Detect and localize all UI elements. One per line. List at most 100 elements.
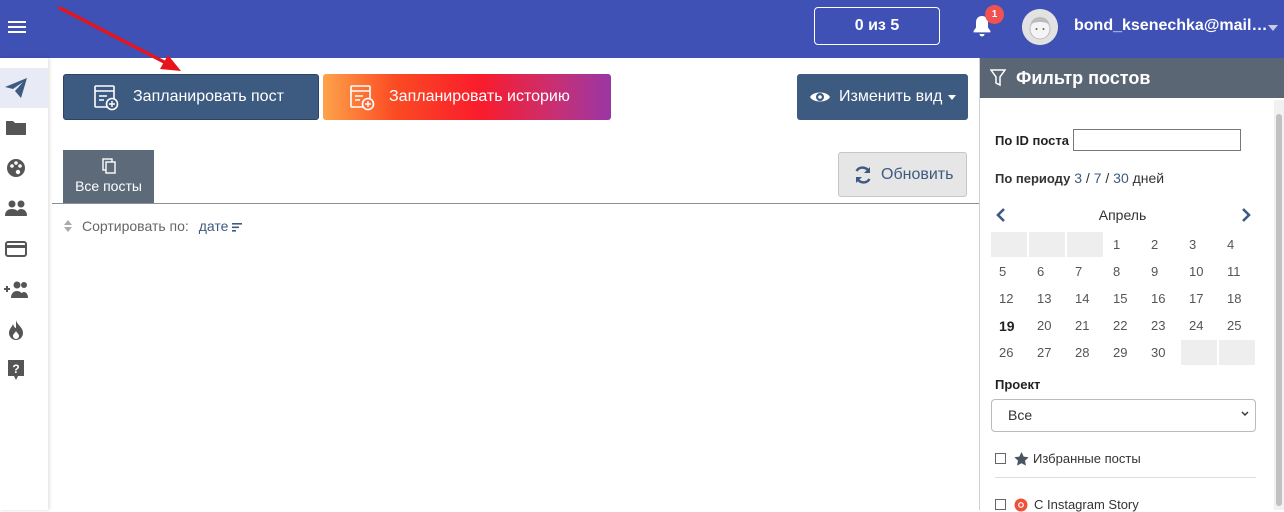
- funnel-icon: [990, 69, 1006, 87]
- calendar-day[interactable]: 25: [1219, 313, 1255, 338]
- filter-header: Фильтр постов: [980, 58, 1284, 98]
- calendar-day[interactable]: 16: [1143, 286, 1179, 311]
- calendar-day[interactable]: 8: [1105, 259, 1141, 284]
- instagram-icon: [1014, 498, 1028, 511]
- calendar-day[interactable]: 1: [1105, 232, 1141, 257]
- sidebar-item-folders[interactable]: [0, 107, 48, 147]
- project-label: Проект: [995, 377, 1041, 392]
- folder-icon: [6, 121, 26, 135]
- filter-title: Фильтр постов: [1016, 67, 1151, 88]
- chevron-left-icon[interactable]: [995, 208, 1007, 222]
- chevron-down-icon[interactable]: [1268, 25, 1278, 31]
- palette-icon: [7, 159, 25, 177]
- calendar-day[interactable]: 17: [1181, 286, 1217, 311]
- calendar-day[interactable]: 19: [991, 313, 1027, 338]
- sidebar-item-posts[interactable]: [0, 68, 48, 108]
- period-30-link[interactable]: 30: [1113, 170, 1129, 186]
- post-counter[interactable]: 0 из 5: [814, 7, 940, 45]
- username[interactable]: bond_ksenechka@mail…: [1074, 17, 1267, 35]
- calendar-day[interactable]: 22: [1105, 313, 1141, 338]
- help-icon: ?: [8, 360, 24, 380]
- calendar-day[interactable]: 20: [1029, 313, 1065, 338]
- calendar-day[interactable]: 26: [991, 340, 1027, 365]
- sort-value[interactable]: дате: [199, 218, 229, 234]
- refresh-label: Обновить: [881, 165, 954, 183]
- calendar-month: Апрель: [1098, 207, 1147, 223]
- tab-divider: [52, 203, 979, 204]
- calendar-day[interactable]: 21: [1067, 313, 1103, 338]
- calendar-day[interactable]: 3: [1181, 232, 1217, 257]
- favorite-posts-filter[interactable]: Избранные посты: [995, 451, 1141, 466]
- sort-label: Сортировать по:: [82, 218, 189, 234]
- sidebar-item-help[interactable]: ?: [0, 350, 48, 390]
- fire-icon: [9, 320, 23, 340]
- plan-story-button[interactable]: Запланировать историю: [323, 74, 611, 120]
- calendar-day[interactable]: 4: [1219, 232, 1255, 257]
- calendar-day[interactable]: 11: [1219, 259, 1255, 284]
- scrollbar-thumb[interactable]: [1276, 114, 1282, 506]
- change-view-button[interactable]: Изменить вид: [797, 74, 968, 120]
- calendar-day[interactable]: 14: [1067, 286, 1103, 311]
- add-user-icon: [4, 281, 28, 298]
- calendar-empty-cell: [1029, 232, 1065, 257]
- people-icon: [5, 200, 27, 216]
- favorite-posts-label: Избранные посты: [1033, 451, 1141, 466]
- star-icon: [1014, 451, 1029, 466]
- tab-all-posts[interactable]: Все посты: [63, 150, 154, 203]
- sort-desc-icon[interactable]: [232, 223, 243, 232]
- calendar-day[interactable]: 29: [1105, 340, 1141, 365]
- tab-all-posts-label: Все посты: [75, 178, 142, 194]
- calendar-day[interactable]: 28: [1067, 340, 1103, 365]
- calendar-empty-cell: [1219, 340, 1255, 365]
- chevron-down-icon: [948, 94, 957, 100]
- sidebar-item-accounts[interactable]: [0, 188, 48, 228]
- calendar-day[interactable]: 23: [1143, 313, 1179, 338]
- calendar-empty-cell: [1067, 232, 1103, 257]
- change-view-label: Изменить вид: [839, 88, 943, 105]
- avatar[interactable]: [1022, 9, 1058, 45]
- calendar-empty-cell: [1181, 340, 1217, 365]
- chevron-down-icon: [1241, 411, 1249, 416]
- project-select[interactable]: Все: [991, 399, 1256, 432]
- post-id-label: По ID поста: [995, 133, 1069, 148]
- calendar-day[interactable]: 6: [1029, 259, 1065, 284]
- period-7-link[interactable]: 7: [1094, 170, 1102, 186]
- period-separator: /: [1105, 170, 1110, 186]
- sidebar-item-invite[interactable]: [0, 269, 48, 309]
- post-id-input[interactable]: [1073, 129, 1241, 151]
- copy-icon: [101, 158, 116, 174]
- calendar-day[interactable]: 10: [1181, 259, 1217, 284]
- period-filter: По периоду 3 / 7 / 30 дней: [995, 170, 1164, 186]
- chevron-right-icon[interactable]: [1240, 208, 1252, 222]
- calendar-day[interactable]: 2: [1143, 232, 1179, 257]
- sidebar: ?: [0, 58, 48, 510]
- sidebar-item-billing[interactable]: [0, 229, 48, 269]
- sidebar-item-trends[interactable]: [0, 310, 48, 350]
- calendar-day[interactable]: 27: [1029, 340, 1065, 365]
- filter-panel: Фильтр постов По ID поста По периоду 3 /…: [979, 58, 1284, 512]
- sort-control: Сортировать по: дате: [64, 218, 243, 234]
- plan-post-label: Запланировать пост: [133, 88, 284, 105]
- calendar-day[interactable]: 7: [1067, 259, 1103, 284]
- calendar-day[interactable]: 24: [1181, 313, 1217, 338]
- menu-icon[interactable]: [8, 18, 26, 34]
- calendar-day[interactable]: 18: [1219, 286, 1255, 311]
- calendar-day[interactable]: 13: [1029, 286, 1065, 311]
- calendar-grid: 1 2 3 4 5 6 7 8 9 10 11 12 13 14 15 16 17 18 19 20 21 22 23 24 2…: [991, 232, 1257, 365]
- calendar-day[interactable]: 5: [991, 259, 1027, 284]
- refresh-button[interactable]: Обновить: [838, 152, 967, 197]
- plan-story-label: Запланировать историю: [389, 88, 570, 105]
- favorite-posts-checkbox[interactable]: [995, 453, 1006, 464]
- period-unit: дней: [1132, 170, 1165, 186]
- calendar-day[interactable]: 12: [991, 286, 1027, 311]
- period-label: По периоду: [995, 171, 1071, 186]
- sidebar-item-design[interactable]: [0, 148, 48, 188]
- plan-post-button[interactable]: Запланировать пост: [63, 74, 319, 120]
- period-3-link[interactable]: 3: [1074, 170, 1082, 186]
- calendar-day[interactable]: 30: [1143, 340, 1179, 365]
- calendar-day[interactable]: 15: [1105, 286, 1141, 311]
- calendar-add-icon: [350, 85, 375, 111]
- notification-badge: 1: [985, 5, 1004, 24]
- instagram-story-checkbox[interactable]: [995, 499, 1006, 510]
- calendar-day[interactable]: 9: [1143, 259, 1179, 284]
